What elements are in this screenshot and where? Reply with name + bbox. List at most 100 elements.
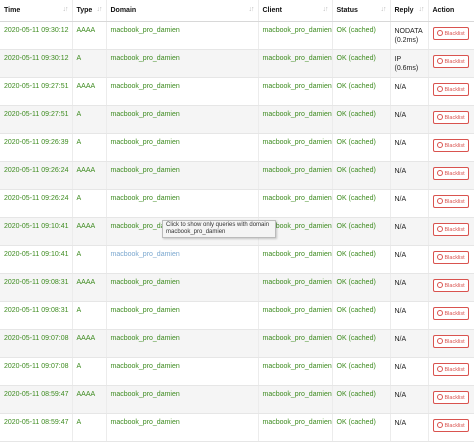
cell-type[interactable]: A (72, 301, 107, 330)
cell-domain[interactable]: macbook_pro_damien (106, 385, 259, 414)
cell-domain[interactable]: macbook_pro_damien (106, 21, 259, 50)
sort-arrows-icon[interactable]: ↓↑ (419, 6, 425, 13)
cell-client[interactable]: macbook_pro_damien (258, 245, 333, 274)
cell-client[interactable]: macbook_pro_damien (258, 49, 333, 78)
blacklist-button[interactable]: Blacklist (432, 391, 469, 404)
cell-status: OK (cached) (332, 217, 391, 246)
cell-client[interactable]: macbook_pro_damien (258, 189, 333, 218)
column-header-type[interactable]: Type ↓↑ (72, 0, 107, 22)
sort-arrows-icon[interactable]: ↓↑ (63, 6, 69, 13)
cell-type[interactable]: AAAA (72, 385, 107, 414)
cell-domain[interactable]: macbook_pro_damien (106, 77, 259, 106)
cell-type[interactable]: A (72, 133, 107, 162)
cell-action: Blacklist (428, 357, 474, 386)
ban-icon (436, 198, 443, 204)
blacklist-button[interactable]: Blacklist (432, 223, 469, 236)
cell-client[interactable]: macbook_pro_damien (258, 413, 333, 442)
blacklist-button[interactable]: Blacklist (432, 419, 469, 432)
sort-arrows-icon[interactable]: ↓↑ (249, 6, 255, 13)
blacklist-button[interactable]: Blacklist (432, 167, 469, 180)
cell-type[interactable]: AAAA (72, 329, 107, 358)
sort-arrows-icon[interactable]: ↓↑ (323, 6, 329, 13)
ban-icon (436, 226, 443, 232)
ban-icon (436, 310, 443, 316)
cell-type[interactable]: A (72, 49, 107, 78)
cell-type[interactable]: AAAA (72, 273, 107, 302)
cell-domain[interactable]: macbook_pro_damien (106, 329, 259, 358)
cell-client[interactable]: macbook_pro_damien (258, 357, 333, 386)
cell-type[interactable]: AAAA (72, 21, 107, 50)
cell-client[interactable]: macbook_pro_damien (258, 273, 333, 302)
blacklist-button[interactable]: Blacklist (432, 195, 469, 208)
blacklist-button[interactable]: Blacklist (432, 307, 469, 320)
cell-client[interactable]: macbook_pro_damien (258, 105, 333, 134)
cell-action: Blacklist (428, 301, 474, 330)
column-header-client[interactable]: Client ↓↑ (258, 0, 333, 22)
cell-client[interactable]: macbook_pro_damien (258, 301, 333, 330)
cell-type[interactable]: A (72, 189, 107, 218)
cell-time[interactable]: 2020-05-11 08:59:47 (0, 385, 73, 414)
cell-time[interactable]: 2020-05-11 09:26:24 (0, 161, 73, 190)
blacklist-button[interactable]: Blacklist (432, 251, 469, 264)
cell-type[interactable]: AAAA (72, 161, 107, 190)
column-header-reply[interactable]: Reply ↓↑ (390, 0, 429, 22)
blacklist-button[interactable]: Blacklist (432, 279, 469, 292)
cell-time[interactable]: 2020-05-11 09:10:41 (0, 245, 73, 274)
cell-time[interactable]: 2020-05-11 09:08:31 (0, 273, 73, 302)
cell-domain[interactable]: macbook_pro_damien (106, 161, 259, 190)
cell-type[interactable]: A (72, 105, 107, 134)
cell-time[interactable]: 2020-05-11 09:27:51 (0, 105, 73, 134)
blacklist-button[interactable]: Blacklist (432, 111, 469, 124)
sort-arrows-icon[interactable]: ↓↑ (381, 6, 387, 13)
cell-time[interactable]: 2020-05-11 08:59:47 (0, 413, 73, 442)
cell-domain[interactable]: macbook_pro_damien (106, 357, 259, 386)
cell-time[interactable]: 2020-05-11 09:10:41 (0, 217, 73, 246)
cell-type[interactable]: A (72, 413, 107, 442)
blacklist-button[interactable]: Blacklist (432, 335, 469, 348)
cell-time[interactable]: 2020-05-11 09:26:24 (0, 189, 73, 218)
cell-client[interactable]: macbook_pro_damien (258, 133, 333, 162)
blacklist-button[interactable]: Blacklist (432, 363, 469, 376)
cell-client[interactable]: macbook_pro_damien (258, 77, 333, 106)
cell-action: Blacklist (428, 273, 474, 302)
blacklist-button[interactable]: Blacklist (432, 27, 469, 40)
cell-time[interactable]: 2020-05-11 09:30:12 (0, 21, 73, 50)
ban-icon (436, 142, 443, 148)
cell-domain[interactable]: macbook_pro_damien (106, 49, 259, 78)
cell-domain[interactable]: macbook_pro_damien (106, 133, 259, 162)
ban-icon (436, 254, 443, 260)
blacklist-button[interactable]: Blacklist (432, 83, 469, 96)
cell-time[interactable]: 2020-05-11 09:30:12 (0, 49, 73, 78)
cell-domain[interactable]: macbook_pro_damien (106, 273, 259, 302)
table-row: 2020-05-11 09:30:12 Amacbook_pro_damien ma… (0, 49, 474, 78)
blacklist-button-label: Blacklist (444, 31, 465, 37)
cell-domain[interactable]: macbook_pro_damien (106, 413, 259, 442)
cell-domain[interactable]: macbook_pro_damien (106, 189, 259, 218)
cell-client[interactable]: macbook_pro_damien (258, 21, 333, 50)
cell-client[interactable]: macbook_pro_damien (258, 385, 333, 414)
cell-status: OK (cached) (332, 273, 391, 302)
cell-type[interactable]: AAAA (72, 217, 107, 246)
cell-type[interactable]: A (72, 357, 107, 386)
cell-client[interactable]: macbook_pro_damien (258, 161, 333, 190)
column-header-time[interactable]: Time ↓↑ (0, 0, 73, 22)
cell-time[interactable]: 2020-05-11 09:26:39 (0, 133, 73, 162)
cell-time[interactable]: 2020-05-11 09:08:31 (0, 301, 73, 330)
cell-client[interactable]: macbook_pro_damien (258, 329, 333, 358)
cell-time[interactable]: 2020-05-11 09:27:51 (0, 77, 73, 106)
cell-domain[interactable]: macbook_pro_damien (106, 301, 259, 330)
column-header-domain[interactable]: Domain ↓↑ (106, 0, 259, 22)
cell-time[interactable]: 2020-05-11 09:07:08 (0, 357, 73, 386)
ban-icon (436, 170, 443, 176)
cell-domain[interactable]: macbook_pro_damien (106, 105, 259, 134)
column-header-status[interactable]: Status ↓↑ (332, 0, 391, 22)
blacklist-button-label: Blacklist (444, 283, 465, 289)
cell-time[interactable]: 2020-05-11 09:07:08 (0, 329, 73, 358)
ban-icon (436, 86, 443, 92)
sort-arrows-icon[interactable]: ↓↑ (97, 6, 103, 13)
cell-domain[interactable]: macbook_pro_damien (106, 245, 259, 274)
blacklist-button[interactable]: Blacklist (432, 55, 469, 68)
blacklist-button[interactable]: Blacklist (432, 139, 469, 152)
cell-type[interactable]: A (72, 245, 107, 274)
cell-type[interactable]: AAAA (72, 77, 107, 106)
